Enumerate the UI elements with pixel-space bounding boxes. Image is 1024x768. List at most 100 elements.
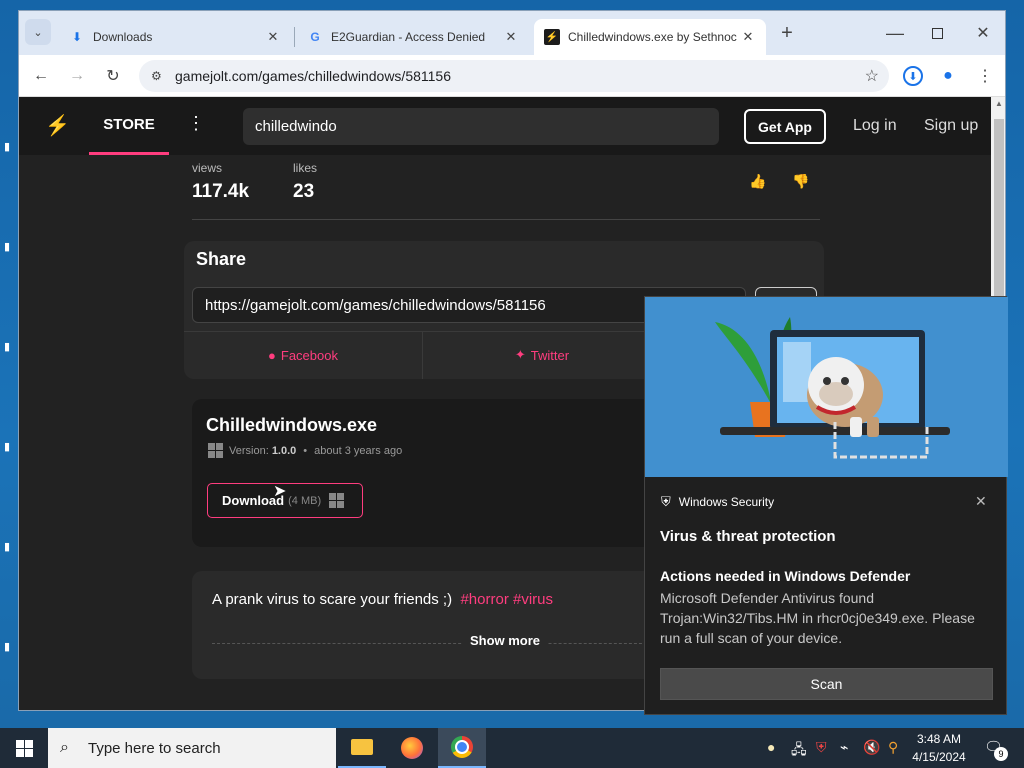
notification-header: ⛨ Windows Security (661, 494, 774, 510)
search-tray-icon[interactable]: ⚲ (888, 739, 898, 756)
kebab-menu-icon: ⋮ (977, 68, 993, 85)
file-explorer-app[interactable] (338, 728, 386, 768)
new-tab-button[interactable]: + (773, 19, 801, 47)
maximize-icon (931, 27, 943, 39)
build-meta: Version: 1.0.0 • about 3 years ago (208, 443, 402, 458)
firefox-icon (401, 737, 423, 759)
tab-e2guardian[interactable]: G E2Guardian - Access Denied ✕ (297, 19, 529, 55)
close-icon[interactable]: ✕ (265, 29, 281, 45)
get-app-button[interactable]: Get App (744, 109, 826, 144)
notification-center-button[interactable]: 🗨 9 (984, 738, 1008, 761)
window-close-button[interactable]: ✕ (969, 19, 997, 47)
scan-button[interactable]: Scan (660, 668, 993, 700)
minimize-icon: — (886, 22, 904, 43)
tab-label: Chilledwindows.exe by Sethnoc (568, 30, 737, 44)
scroll-up-icon[interactable]: ▲ (995, 99, 1003, 108)
menu-button[interactable]: ⋮ (971, 62, 999, 90)
taskbar-search-box[interactable]: ⌕ Type here to search (48, 728, 336, 768)
likes-label: likes (293, 161, 318, 175)
desktop-icon-fragment[interactable]: ▮ (4, 440, 16, 453)
bulldog-laptop-illustration (645, 297, 1008, 477)
notification-illustration (645, 297, 1008, 477)
close-icon[interactable]: ✕ (740, 29, 756, 45)
facebook-label: Facebook (280, 347, 338, 363)
tab-downloads[interactable]: ⬇ Downloads ✕ (59, 19, 291, 55)
desktop-icon-fragment[interactable]: ▮ (4, 640, 16, 653)
facebook-icon: ● (268, 347, 276, 363)
desktop-icon-fragment[interactable]: ▮ (4, 240, 16, 253)
chrome-icon (451, 736, 473, 758)
signup-link[interactable]: Sign up (924, 97, 978, 155)
windows-logo-icon (15, 739, 33, 757)
taskbar-search-placeholder: Type here to search (88, 739, 221, 757)
downloads-button[interactable]: ⬇ (899, 62, 927, 90)
chevron-down-icon: ⌄ (33, 26, 43, 39)
download-icon: ⬇ (71, 30, 83, 44)
desktop-icon-fragment[interactable]: ▮ (4, 540, 16, 553)
site-info-icon[interactable]: ⚙ (151, 69, 162, 83)
gamejolt-logo-icon[interactable]: ⚡ (45, 113, 70, 138)
like-icon[interactable]: 👍 (749, 173, 766, 190)
desktop-icon-fragment[interactable]: ▮ (4, 340, 16, 353)
windows-icon (329, 493, 345, 508)
start-button[interactable] (0, 728, 48, 768)
login-link[interactable]: Log in (853, 97, 897, 155)
volume-muted-icon[interactable]: 🔇 (863, 739, 880, 756)
tab-strip: ⌄ ⬇ Downloads ✕ G E2Guardian - Access De… (19, 11, 1005, 55)
desktop-icon-fragment[interactable]: ▮ (4, 140, 16, 153)
plus-icon: + (781, 21, 793, 44)
mouse-cursor-icon: ➤ (273, 483, 287, 500)
arrow-right-icon: → (69, 67, 85, 84)
windows-security-notification[interactable]: ⛨ Windows Security ✕ Virus & threat prot… (644, 296, 1008, 715)
clock-time: 3:48 AM (916, 732, 962, 746)
tab-divider (294, 27, 295, 47)
star-icon[interactable]: ☆ (865, 66, 879, 86)
chrome-app[interactable] (438, 728, 486, 768)
url-text: gamejolt.com/games/chilledwindows/581156 (175, 68, 452, 84)
minimize-button[interactable]: — (881, 19, 909, 47)
store-link[interactable]: STORE (89, 97, 169, 155)
security-tray-icon[interactable]: ⛨ (816, 739, 827, 756)
profile-icon: ● (943, 67, 953, 84)
views-value: 117.4k (192, 181, 250, 202)
maximize-button[interactable] (923, 19, 951, 47)
tab-chilledwindows[interactable]: ⚡ Chilledwindows.exe by Sethnoc ✕ (534, 19, 766, 55)
folder-icon (351, 739, 373, 755)
network-tray-icon[interactable]: 🖧 (791, 739, 807, 763)
clock-date: 4/15/2024 (912, 750, 966, 764)
facebook-share-button[interactable]: ● Facebook (184, 331, 422, 379)
twitter-share-button[interactable]: ✦ Twitter (423, 331, 661, 379)
search-input[interactable]: chilledwindo (243, 108, 719, 145)
notification-close-button[interactable]: ✕ (975, 493, 987, 510)
tab-search-button[interactable]: ⌄ (25, 19, 51, 45)
description-text: A prank virus to scare your friends ;) #… (212, 591, 553, 608)
forward-button[interactable]: → (63, 62, 91, 90)
profile-button[interactable]: ● (934, 62, 962, 90)
notification-title: Actions needed in Windows Defender (660, 568, 911, 584)
dislike-icon[interactable]: 👎 (792, 173, 809, 190)
description-tags[interactable]: #horror #virus (460, 591, 553, 608)
description-body: A prank virus to scare your friends ;) (212, 591, 453, 608)
reload-button[interactable]: ↻ (99, 62, 127, 90)
search-icon: ⌕ (60, 739, 69, 756)
shield-icon: ⛨ (661, 494, 671, 509)
firefox-app[interactable] (388, 728, 436, 768)
twitter-icon: ✦ (514, 347, 526, 362)
back-button[interactable]: ← (27, 62, 55, 90)
separator-dot: • (303, 444, 308, 457)
more-menu-icon[interactable]: ⋮ (187, 113, 205, 134)
windows-icon (208, 443, 223, 458)
notification-body: Microsoft Defender Antivirus found Troja… (660, 590, 975, 646)
likes-value: 23 (293, 181, 315, 202)
tab-label: E2Guardian - Access Denied (331, 30, 486, 44)
wifi-off-icon[interactable]: ⌁ (840, 739, 848, 756)
views-label: views (192, 161, 223, 175)
address-bar[interactable]: ⚙ gamejolt.com/games/chilledwindows/5811… (139, 60, 889, 92)
taskbar: ⌕ Type here to search ● 🖧 ⛨ ⌁ 🔇 ⚲ 3:48 A… (0, 728, 1024, 768)
browser-toolbar: ← → ↻ ⚙ gamejolt.com/games/chilledwindow… (19, 55, 1005, 97)
version-value: 1.0.0 (271, 444, 297, 457)
weather-icon[interactable]: ● (767, 739, 775, 755)
share-title: Share (196, 249, 247, 269)
close-icon[interactable]: ✕ (503, 29, 519, 45)
clock[interactable]: 3:48 AM 4/15/2024 (906, 730, 972, 766)
